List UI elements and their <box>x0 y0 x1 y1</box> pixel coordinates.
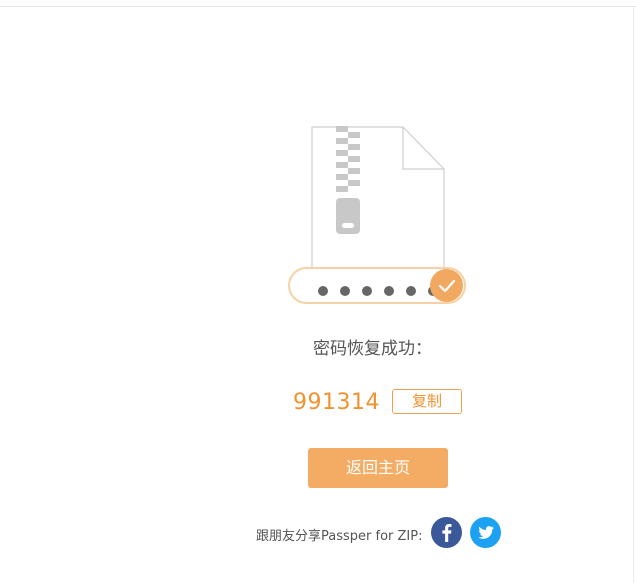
password-dot <box>384 286 395 296</box>
masked-password-field <box>288 267 466 304</box>
password-recovery-result-page: 密码恢复成功： 991314 复制 返回主页 跟朋友分享Passper for … <box>0 0 636 583</box>
zip-file-icon <box>311 126 446 272</box>
copy-button[interactable]: 复制 <box>392 389 462 414</box>
password-dot <box>318 286 328 296</box>
checkmark-icon <box>430 269 463 302</box>
back-to-home-button[interactable]: 返回主页 <box>308 448 448 488</box>
password-dot <box>362 286 373 296</box>
share-text: 跟朋友分享Passper for ZIP: <box>256 529 423 544</box>
password-dots <box>318 281 445 296</box>
success-label: 密码恢复成功： <box>313 339 432 359</box>
right-divider <box>633 6 634 583</box>
recovered-password: 991314 <box>293 390 380 415</box>
top-divider <box>0 6 636 7</box>
password-dot <box>340 286 351 296</box>
facebook-icon[interactable] <box>431 517 462 548</box>
password-dot <box>406 286 417 296</box>
twitter-icon[interactable] <box>470 517 501 548</box>
